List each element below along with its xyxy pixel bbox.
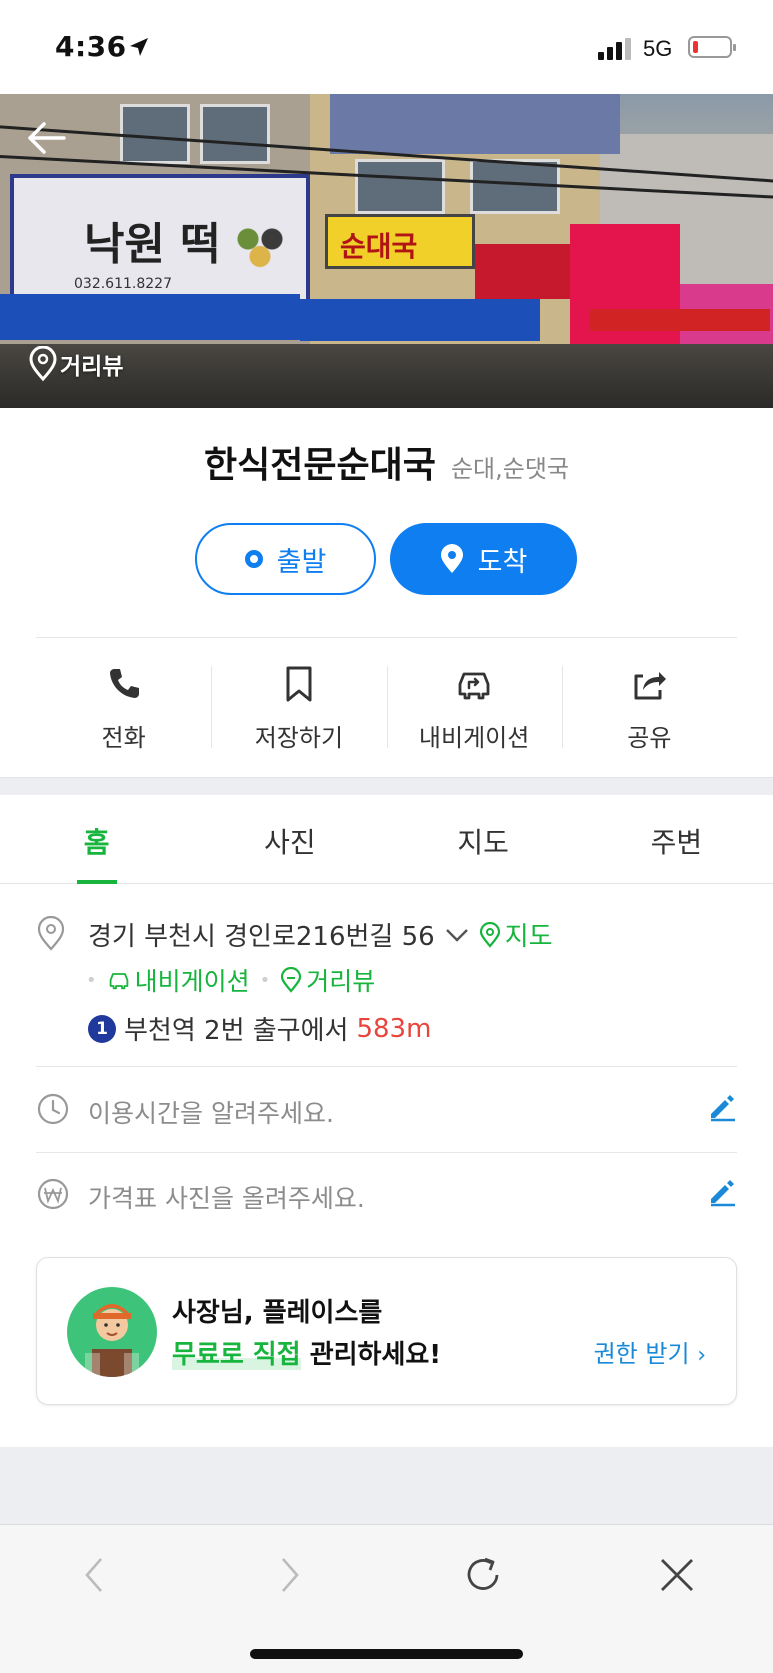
chevron-down-icon[interactable]	[445, 927, 469, 943]
browser-toolbar	[0, 1524, 773, 1673]
bullet-separator: •	[259, 969, 271, 991]
address-line: 경기 부천시 경인로216번길 56 지도	[88, 916, 553, 953]
location-arrow-icon	[130, 38, 148, 56]
street-view-link[interactable]: 거리뷰	[280, 962, 375, 998]
share-action[interactable]: 공유	[561, 660, 737, 760]
divider	[36, 1066, 737, 1067]
battery-icon	[688, 36, 736, 58]
tab-bar: 홈 사진 지도 주변	[0, 795, 773, 884]
street-view-button[interactable]: 거리뷰	[28, 346, 123, 382]
browser-back-button[interactable]	[64, 1545, 124, 1605]
navigation-link-label: 내비게이션	[134, 967, 250, 996]
edit-pencil-icon[interactable]	[707, 1092, 737, 1122]
owner-claim-banner[interactable]: 사장님, 플레이스를 무료로 직접 관리하세요! 권한 받기 ›	[36, 1257, 737, 1405]
tab-home[interactable]: 홈	[0, 795, 193, 884]
subway-line-badge: 1	[88, 1014, 116, 1043]
divider	[36, 1152, 737, 1153]
section-gap	[0, 1447, 773, 1524]
place-title-row: 한식전문순대국 순대,순댓국	[0, 436, 773, 488]
call-label: 전화	[101, 724, 146, 752]
navigation-action[interactable]: 내비게이션	[386, 660, 562, 760]
subway-info: 1 부천역 2번 출구에서 583m	[88, 1010, 431, 1047]
bookmark-icon	[286, 666, 312, 702]
street-view-pin-icon	[281, 967, 302, 993]
divider	[36, 637, 737, 638]
save-label: 저장하기	[254, 724, 344, 752]
tab-map[interactable]: 지도	[387, 795, 580, 883]
location-pin-icon	[37, 916, 65, 951]
place-category: 순대,순댓국	[450, 455, 569, 483]
depart-label: 출발	[276, 546, 327, 578]
home-indicator	[250, 1649, 523, 1659]
owner-banner-line1: 사장님, 플레이스를	[172, 1298, 383, 1328]
navigation-car-icon	[458, 672, 490, 700]
status-bar: 4:36 5G	[0, 0, 773, 94]
street-view-link-label: 거리뷰	[306, 967, 376, 996]
tab-photos-label: 사진	[264, 826, 316, 859]
navigation-link[interactable]: 내비게이션	[107, 962, 250, 998]
tab-nearby[interactable]: 주변	[580, 795, 773, 883]
price-prompt: 가격표 사진을 올려주세요.	[88, 1184, 365, 1213]
arrive-button[interactable]: 도착	[390, 523, 577, 595]
depart-button[interactable]: 출발	[195, 523, 376, 595]
hours-row[interactable]: 이용시간을 알려주세요.	[36, 1080, 737, 1140]
map-pin-icon	[479, 921, 500, 948]
address-links: • 내비게이션 • 거리뷰	[82, 962, 375, 998]
pin-icon	[440, 544, 463, 573]
street-view-photo[interactable]: 낙원 떡 032.611.8227 순대국 거리뷰	[0, 94, 773, 408]
address-text: 경기 부천시 경인로216번길 56	[88, 922, 435, 952]
chevron-right-icon: ›	[697, 1343, 706, 1368]
tab-photos[interactable]: 사진	[193, 795, 386, 883]
origin-dot-icon	[244, 550, 263, 568]
subway-text: 부천역 2번 출구에서	[124, 1016, 349, 1046]
tab-home-label: 홈	[83, 826, 110, 859]
status-time: 4:36	[55, 30, 127, 63]
arrive-label: 도착	[477, 546, 528, 578]
chevron-right-icon	[282, 1558, 299, 1592]
call-action[interactable]: 전화	[36, 660, 211, 760]
bullet-separator: •	[86, 969, 97, 991]
price-row[interactable]: 가격표 사진을 올려주세요.	[36, 1165, 737, 1225]
chevron-left-icon	[85, 1558, 102, 1592]
browser-close-button[interactable]	[647, 1545, 707, 1605]
back-arrow-icon[interactable]	[24, 116, 68, 160]
owner-banner-line2-rest: 관리하세요!	[300, 1340, 442, 1370]
action-bar: 전화 저장하기 내비게이션 공유	[36, 660, 737, 760]
browser-reload-button[interactable]	[453, 1545, 513, 1605]
hours-prompt: 이용시간을 알려주세요.	[88, 1099, 334, 1128]
street-view-label: 거리뷰	[60, 354, 124, 380]
claim-permission-label: 권한 받기	[593, 1340, 690, 1368]
share-icon	[634, 672, 667, 700]
save-action[interactable]: 저장하기	[211, 660, 386, 760]
subway-distance: 583m	[356, 1013, 432, 1044]
active-tab-indicator	[76, 880, 117, 884]
map-link-label: 지도	[504, 922, 553, 952]
car-icon	[109, 973, 128, 990]
navigation-label: 내비게이션	[418, 724, 530, 752]
section-gap	[0, 777, 773, 795]
owner-banner-line2: 무료로 직접 관리하세요!	[172, 1334, 441, 1371]
phone-icon	[109, 669, 139, 698]
place-name: 한식전문순대국	[204, 445, 436, 486]
reload-icon	[467, 1557, 499, 1590]
signal-icon	[598, 36, 632, 60]
owner-avatar	[67, 1287, 157, 1377]
close-icon	[661, 1559, 693, 1591]
tab-map-label: 지도	[457, 826, 509, 859]
map-link[interactable]: 지도	[479, 916, 553, 953]
network-type: 5G	[643, 36, 673, 61]
share-label: 공유	[627, 724, 672, 752]
pin-outline-icon	[29, 346, 57, 382]
won-currency-icon	[37, 1178, 69, 1210]
owner-banner-highlight: 무료로 직접	[172, 1340, 301, 1370]
claim-permission-link[interactable]: 권한 받기 ›	[594, 1334, 706, 1369]
edit-pencil-icon[interactable]	[707, 1177, 737, 1207]
clock-icon	[37, 1093, 69, 1125]
tab-nearby-label: 주변	[650, 826, 703, 859]
browser-forward-button[interactable]	[260, 1545, 320, 1605]
